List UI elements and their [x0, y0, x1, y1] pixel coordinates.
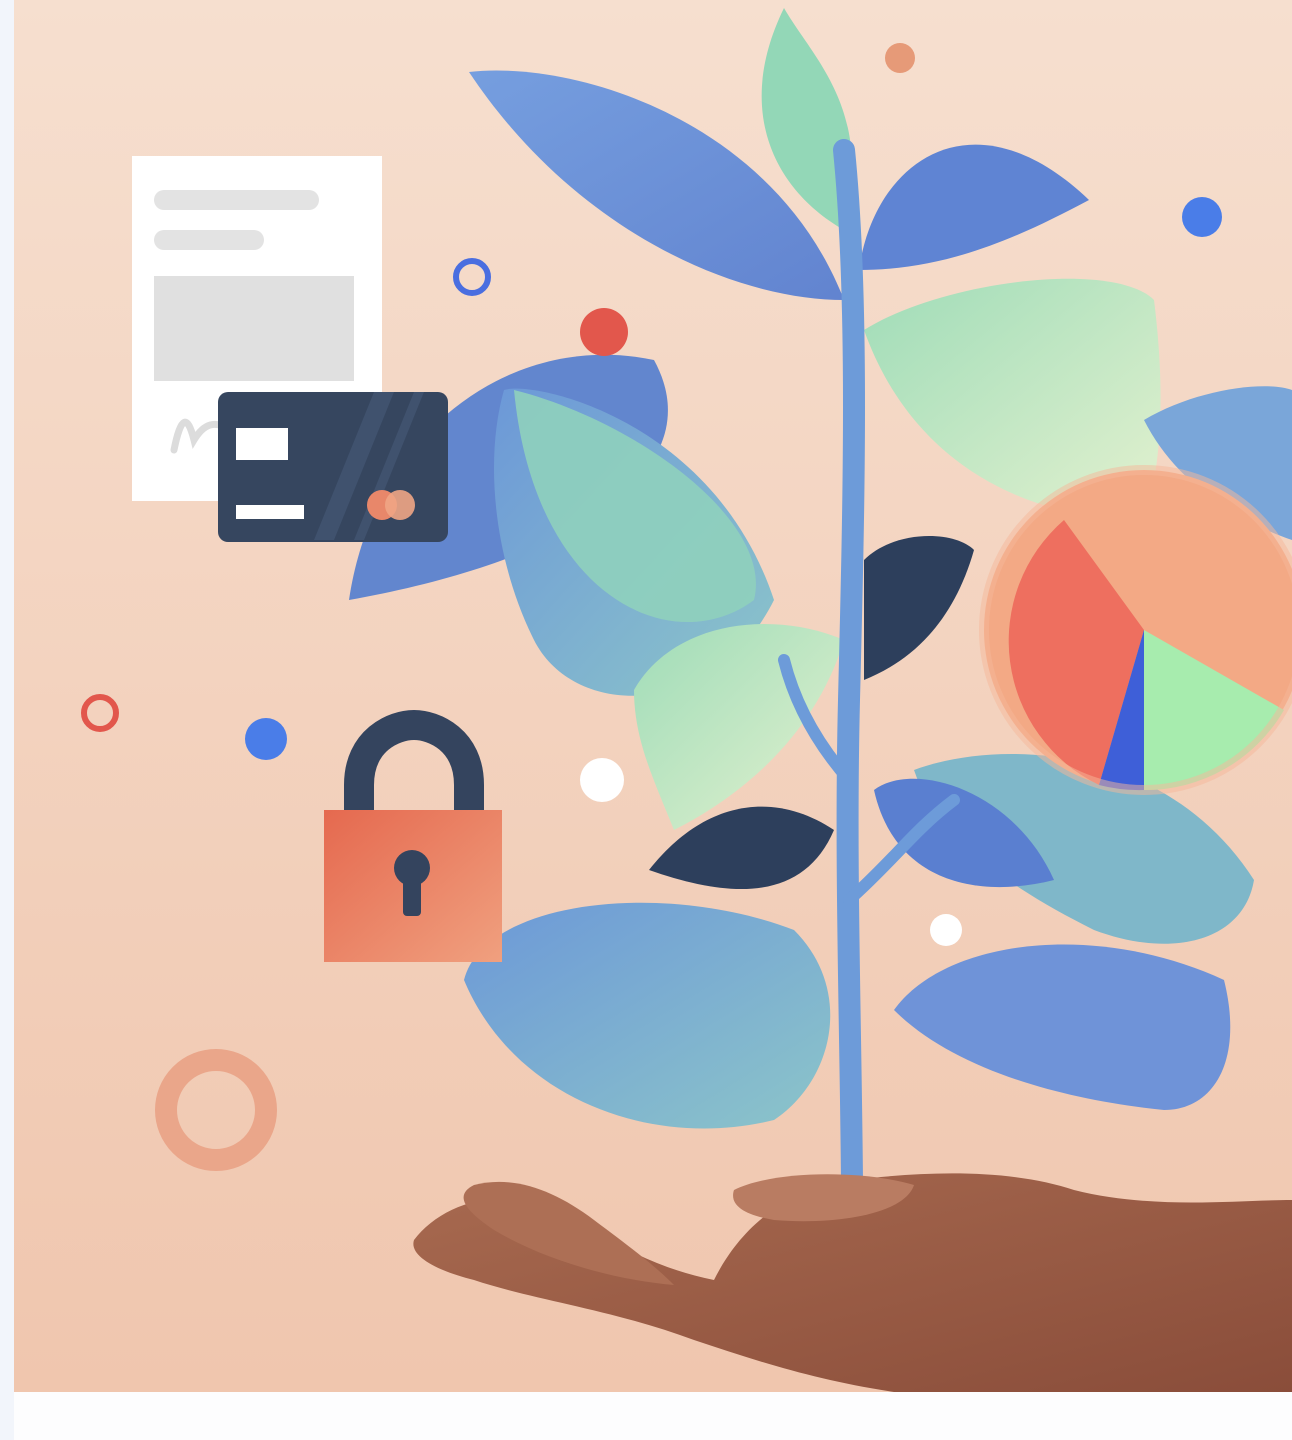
page [0, 0, 1292, 1440]
pie-chart-icon [979, 465, 1292, 795]
credit-card-icon [218, 392, 448, 542]
dot-blue-left [245, 718, 287, 760]
dot-white-left [580, 758, 624, 802]
left-margin [0, 0, 14, 1440]
dot-orange-top [885, 43, 915, 73]
hero-illustration [14, 0, 1292, 1392]
dot-blue-right [1182, 197, 1222, 237]
illustration-canvas [14, 0, 1292, 1392]
dot-white-right [930, 914, 962, 946]
dot-red [580, 308, 628, 356]
bottom-band [14, 1392, 1292, 1440]
